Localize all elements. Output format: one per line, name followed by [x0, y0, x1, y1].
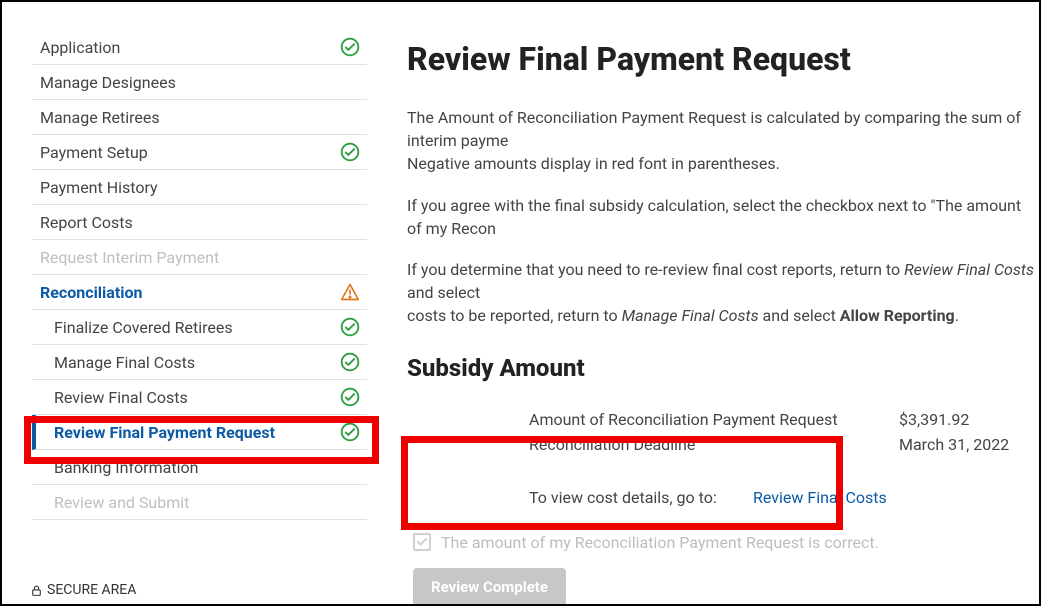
- warning-icon: [339, 281, 361, 303]
- check-icon: [339, 316, 361, 338]
- secure-area-indicator: SECURE AREA: [30, 582, 136, 598]
- cost-details-label: To view cost details, go to:: [529, 488, 753, 507]
- confirmation-checkbox-label: The amount of my Reconciliation Payment …: [441, 533, 879, 552]
- sidebar-item-label: Manage Designees: [40, 73, 176, 92]
- checkmark-icon: [416, 536, 428, 548]
- sidebar-item-label: Manage Final Costs: [54, 353, 195, 372]
- sidebar-item-application[interactable]: Application: [32, 30, 367, 65]
- cost-details-row: To view cost details, go to: Review Fina…: [529, 488, 1039, 507]
- sidebar-item-label: Review Final Costs: [54, 388, 188, 407]
- sidebar-item-manage-designees[interactable]: Manage Designees: [32, 65, 367, 100]
- sidebar-item-label: Report Costs: [40, 213, 133, 232]
- intro-paragraph-3: If you determine that you need to re-rev…: [407, 258, 1039, 328]
- check-icon: [339, 386, 361, 408]
- check-icon: [339, 421, 361, 443]
- sidebar-item-label: Request Interim Payment: [40, 248, 219, 267]
- sidebar-item-report-costs[interactable]: Report Costs: [32, 205, 367, 240]
- sidebar-item-manage-final-costs[interactable]: Manage Final Costs: [32, 345, 367, 380]
- sidebar-item-label: Payment Setup: [40, 143, 148, 162]
- review-complete-button: Review Complete: [413, 568, 566, 605]
- sidebar-item-review-and-submit: Review and Submit: [32, 485, 367, 520]
- sidebar-nav: Application Manage Designees Manage Reti…: [32, 30, 367, 604]
- intro-paragraph-2: If you agree with the final subsidy calc…: [407, 194, 1039, 240]
- review-final-costs-link[interactable]: Review Final Costs: [753, 488, 887, 507]
- sidebar-item-review-final-payment-request[interactable]: Review Final Payment Request: [32, 415, 367, 450]
- sidebar-item-manage-retirees[interactable]: Manage Retirees: [32, 100, 367, 135]
- subsidy-label: Amount of Reconciliation Payment Request: [529, 410, 899, 429]
- sidebar-item-label: Banking Information: [54, 458, 198, 477]
- check-icon: [339, 351, 361, 373]
- subsidy-value: March 31, 2022: [899, 435, 1009, 454]
- sidebar-item-label: Finalize Covered Retirees: [54, 318, 233, 337]
- sidebar-item-review-final-costs[interactable]: Review Final Costs: [32, 380, 367, 415]
- main-content: Review Final Payment Request The Amount …: [367, 30, 1039, 604]
- sidebar-item-label: Application: [40, 38, 120, 57]
- sidebar-item-label: Review and Submit: [54, 493, 189, 512]
- sidebar-item-label: Review Final Payment Request: [54, 423, 275, 442]
- confirmation-checkbox: [413, 533, 431, 551]
- lock-icon: [30, 584, 43, 597]
- subsidy-value: $3,391.92: [899, 410, 969, 429]
- subsidy-row-deadline: Reconciliation Deadline March 31, 2022: [529, 435, 1039, 454]
- check-icon: [339, 141, 361, 163]
- subsidy-label: Reconciliation Deadline: [529, 435, 899, 454]
- subsidy-row-amount: Amount of Reconciliation Payment Request…: [529, 410, 1039, 429]
- sidebar-item-label: Payment History: [40, 178, 158, 197]
- sidebar-item-payment-setup[interactable]: Payment Setup: [32, 135, 367, 170]
- confirmation-checkbox-row: The amount of my Reconciliation Payment …: [413, 533, 1033, 552]
- confirmation-area: The amount of my Reconciliation Payment …: [407, 527, 1039, 605]
- subsidy-table: Amount of Reconciliation Payment Request…: [529, 410, 1039, 507]
- page-title: Review Final Payment Request: [407, 40, 1039, 78]
- sidebar-item-finalize-covered-retirees[interactable]: Finalize Covered Retirees: [32, 310, 367, 345]
- check-icon: [339, 36, 361, 58]
- sidebar-item-banking-information[interactable]: Banking Information: [32, 450, 367, 485]
- sidebar-item-request-interim-payment: Request Interim Payment: [32, 240, 367, 275]
- subsidy-heading: Subsidy Amount: [407, 354, 1039, 382]
- sidebar-item-payment-history[interactable]: Payment History: [32, 170, 367, 205]
- sidebar-item-label: Reconciliation: [40, 283, 142, 302]
- intro-paragraph-1: The Amount of Reconciliation Payment Req…: [407, 106, 1039, 176]
- sidebar-item-label: Manage Retirees: [40, 108, 160, 127]
- sidebar-item-reconciliation[interactable]: Reconciliation: [32, 275, 367, 310]
